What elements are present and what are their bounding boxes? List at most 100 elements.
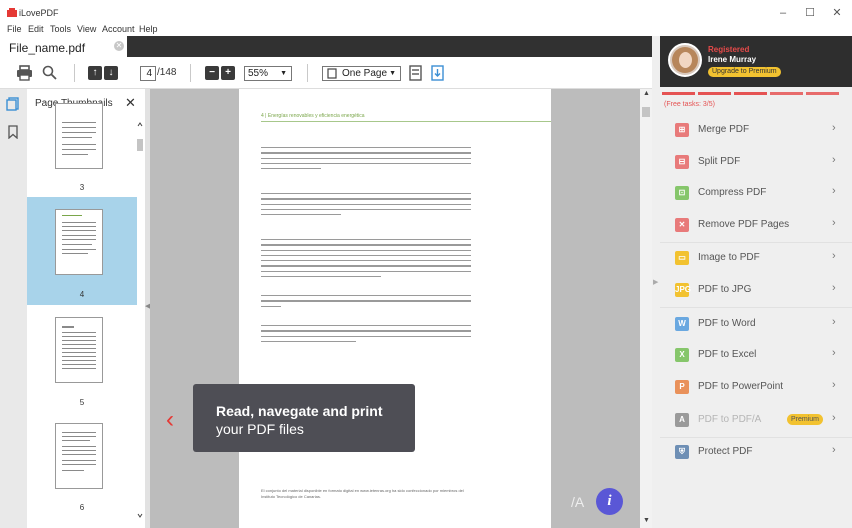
progress-segment	[662, 92, 695, 95]
tool-compress[interactable]: ⊡ Compress PDF ›	[660, 178, 852, 209]
progress-segment	[770, 92, 803, 95]
menu-bar: File Edit Tools View Account Help	[0, 24, 852, 36]
left-icon-rail	[0, 89, 27, 528]
zoom-in-button[interactable]: +	[221, 66, 235, 80]
next-page-button[interactable]: ↓	[104, 66, 118, 80]
tool-pdf-to-jpg[interactable]: JPG PDF to JPG ›	[660, 275, 852, 306]
tool-pdf-to-powerpoint[interactable]: P PDF to PowerPoint ›	[660, 372, 852, 403]
tooltip-subtitle: your PDF files	[216, 421, 304, 437]
upgrade-button[interactable]: Upgrade to Premium	[708, 67, 781, 77]
pdf-to-jpg-icon: JPG	[675, 283, 691, 297]
chevron-right-icon: ›	[832, 217, 836, 229]
menu-file[interactable]: File	[7, 24, 22, 34]
page-header-text: 4 | Energías renovables y eficiencia ene…	[261, 113, 365, 119]
chevron-right-icon: ›	[832, 412, 836, 424]
chevron-right-icon: ›	[832, 347, 836, 359]
tool-split[interactable]: ⊟ Split PDF ›	[660, 147, 852, 178]
user-profile: Registered Irene Murray Upgrade to Premi…	[660, 36, 852, 87]
menu-help[interactable]: Help	[139, 24, 158, 34]
thumbnails-icon[interactable]	[6, 97, 20, 111]
document-scrollbar[interactable]: ▲ ▼	[640, 89, 652, 528]
zoom-value: 55%	[248, 68, 269, 79]
thumbnail-page-6[interactable]: 6	[27, 413, 137, 521]
title-bar: iLovePDF – ☐ ✕	[0, 0, 852, 24]
print-icon[interactable]	[16, 65, 33, 81]
thumbnail-image	[55, 103, 103, 169]
page-paragraph	[261, 295, 471, 311]
chevron-right-icon: ›	[832, 154, 836, 166]
thumbnails-panel: Page Thumbnails ✕ 3 4 5	[27, 89, 145, 528]
previous-page-button[interactable]: ↑	[88, 66, 102, 80]
tool-group-divider	[660, 307, 852, 308]
chevron-right-icon: ›	[832, 122, 836, 134]
right-panel-collapse[interactable]: ▶	[652, 36, 660, 528]
menu-tools[interactable]: Tools	[50, 24, 71, 34]
info-button[interactable]: i	[596, 488, 623, 515]
progress-segment	[734, 92, 767, 95]
collapse-right-icon: ▶	[653, 279, 659, 286]
onboarding-tooltip: Read, navegate and print your PDF files	[193, 384, 415, 452]
document-tab[interactable]: File_name.pdf ✕	[0, 36, 127, 57]
close-thumbnails-icon[interactable]: ✕	[125, 95, 136, 111]
chevron-right-icon: ›	[832, 282, 836, 294]
page-number-input[interactable]: 4	[140, 66, 156, 81]
menu-view[interactable]: View	[77, 24, 96, 34]
avatar[interactable]	[668, 43, 702, 77]
tab-close-icon[interactable]: ✕	[114, 41, 124, 51]
zoom-out-button[interactable]: −	[205, 66, 219, 80]
tool-pdf-to-word[interactable]: W PDF to Word ›	[660, 309, 852, 340]
chevron-right-icon: ›	[832, 444, 836, 456]
progress-segment	[698, 92, 731, 95]
free-tasks-label: (Free tasks: 3/5)	[664, 101, 715, 108]
chevron-right-icon: ›	[832, 379, 836, 391]
tool-protect-pdf[interactable]: ⛨ Protect PDF ›	[660, 437, 852, 468]
scrollbar-thumb[interactable]	[642, 107, 650, 117]
tool-image-to-pdf[interactable]: ▭ Image to PDF ›	[660, 243, 852, 274]
tool-label: Remove PDF Pages	[698, 219, 790, 230]
search-icon[interactable]	[42, 65, 57, 80]
thumbnail-page-number: 5	[79, 398, 85, 407]
thumbnail-image	[55, 317, 103, 383]
zoom-select[interactable]: 55% ▼	[244, 66, 292, 81]
tool-merge[interactable]: ⊞ Merge PDF ›	[660, 115, 852, 146]
previous-slide-button[interactable]: ‹	[166, 406, 174, 434]
thumbnail-page-number: 4	[79, 290, 85, 299]
chevron-down-icon: ▼	[389, 70, 396, 77]
tool-label: Image to PDF	[698, 252, 760, 263]
bookmark-icon[interactable]	[6, 125, 20, 139]
page-paragraph	[261, 325, 471, 346]
page-total-label: /148	[157, 67, 177, 78]
single-page-icon	[327, 68, 337, 79]
toolbar-separator	[74, 64, 75, 82]
tooltip-title: Read, navegate and print	[216, 403, 383, 419]
scroll-up-icon[interactable]: ▲	[643, 90, 650, 97]
chevron-right-icon: ›	[832, 250, 836, 262]
scroll-down-icon[interactable]: ▼	[643, 517, 650, 524]
menu-edit[interactable]: Edit	[28, 24, 44, 34]
page-paragraph	[261, 193, 471, 219]
close-window-button[interactable]: ✕	[830, 6, 844, 20]
menu-account[interactable]: Account	[102, 24, 135, 34]
view-mode-select[interactable]: One Page ▼	[322, 66, 401, 81]
page-paragraph	[261, 147, 471, 173]
thumbnail-page-3[interactable]: 3	[27, 103, 137, 197]
account-status: Registered	[708, 45, 750, 54]
tool-pdf-to-excel[interactable]: X PDF to Excel ›	[660, 340, 852, 371]
tool-remove-pages[interactable]: ✕ Remove PDF Pages ›	[660, 210, 852, 241]
thumbnail-page-4[interactable]: 4	[27, 197, 137, 305]
minimize-button[interactable]: –	[776, 6, 790, 20]
tool-label: PDF to PDF/A	[698, 414, 762, 425]
thumbnails-scrollbar[interactable]	[135, 119, 145, 524]
page-header-rule	[261, 121, 551, 122]
thumbnail-page-5[interactable]: 5	[27, 305, 137, 413]
tool-pdf-to-pdfa[interactable]: A PDF to PDF/A Premium ›	[660, 405, 852, 436]
pdf-to-pdfa-icon: A	[675, 413, 689, 427]
maximize-button[interactable]: ☐	[803, 6, 817, 20]
tool-label: PDF to Excel	[698, 349, 757, 360]
fit-page-icon[interactable]	[409, 65, 422, 81]
chevron-right-icon: ›	[832, 316, 836, 328]
split-icon: ⊟	[675, 155, 689, 169]
toolbar-separator	[307, 64, 308, 82]
download-icon[interactable]	[431, 65, 444, 81]
user-name: Irene Murray	[708, 55, 757, 64]
